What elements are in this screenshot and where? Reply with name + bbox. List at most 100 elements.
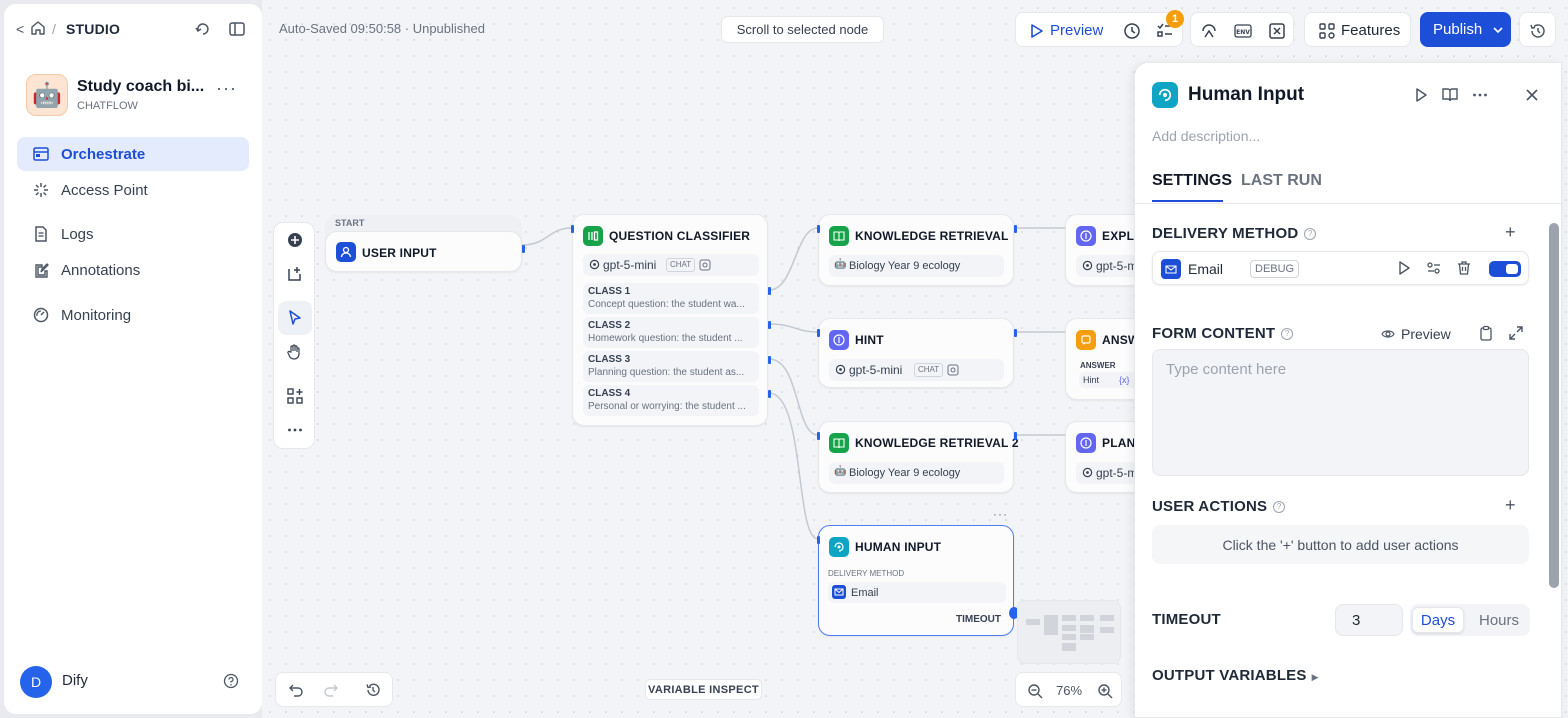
pointer-icon[interactable] [286,309,304,327]
openai-icon [589,259,600,270]
form-content-editor[interactable]: Type content here [1152,349,1529,476]
help-icon[interactable] [223,673,239,689]
add-user-action-button[interactable]: + [1505,495,1516,516]
dataset-name: Biology Year 9 ecology [849,467,961,479]
zoom-out-icon[interactable] [1027,683,1043,699]
class-3-port[interactable] [768,356,771,364]
model-selector[interactable]: gpt-5-mini CHAT [829,359,1004,381]
knowledge-icon [829,433,849,453]
close-icon[interactable] [1523,86,1541,104]
zoom-level[interactable]: 76% [1056,683,1082,698]
global-variables-icon[interactable] [1200,22,1218,40]
nav-monitoring[interactable]: Monitoring [17,298,249,332]
trash-icon[interactable] [1456,260,1472,276]
expand-icon[interactable] [1508,325,1524,341]
question-icon[interactable]: ? [1304,228,1317,241]
node-question-classifier[interactable]: QUESTION CLASSIFIER gpt-5-mini CHAT CLAS… [571,214,771,426]
delivery-method-heading: DELIVERY METHOD? [1152,225,1317,242]
redo-icon[interactable] [323,682,339,698]
output-port[interactable] [1014,432,1017,440]
test-send-icon[interactable] [1396,260,1412,276]
clipboard-icon[interactable] [1478,325,1494,341]
home-icon[interactable] [30,20,46,36]
node-planning[interactable]: PLANN gpt-5-m [1065,421,1146,493]
input-port[interactable] [817,225,820,233]
nav-orchestrate[interactable]: Orchestrate [17,137,249,171]
class-name: CLASS 3 [588,354,631,365]
tab-settings[interactable]: SETTINGS [1152,172,1232,190]
input-port[interactable] [817,432,820,440]
input-port[interactable] [817,536,820,544]
run-history-icon[interactable] [1123,22,1141,40]
zoom-in-icon[interactable] [1097,683,1113,699]
unit-days-button[interactable]: Days [1412,607,1464,633]
node-knowledge-retrieval[interactable]: KNOWLEDGE RETRIEVAL 🤖 Biology Year 9 eco… [817,214,1017,286]
nav-label: Annotations [61,262,141,279]
play-icon [1031,24,1043,38]
node-more-icon[interactable]: ··· [993,507,1013,521]
output-port[interactable] [1014,225,1017,233]
help-doc-icon[interactable] [1441,86,1459,104]
variable-inspect-button[interactable]: VARIABLE INSPECT [645,679,762,700]
more-icon[interactable] [286,421,304,439]
node-knowledge-retrieval-2[interactable]: KNOWLEDGE RETRIEVAL 2 🤖 Biology Year 9 e… [817,421,1019,493]
description-input[interactable]: Add description... [1152,128,1260,144]
features-button[interactable]: Features [1304,12,1411,47]
timeout-value-input[interactable]: 3 [1335,604,1403,636]
sync-icon[interactable] [194,20,212,38]
hand-icon[interactable] [286,343,304,361]
output-port[interactable] [522,245,525,253]
question-icon[interactable]: ? [1281,328,1294,341]
nav-logs[interactable]: Logs [17,217,249,251]
human-input-icon [1152,82,1178,108]
nav-annotations[interactable]: Annotations [17,253,249,287]
run-node-icon[interactable] [1412,86,1430,104]
publish-button[interactable]: Publish [1420,12,1511,47]
organize-blocks-icon[interactable] [286,387,304,405]
env-icon[interactable]: ENV [1234,22,1252,40]
version-history-button[interactable] [1519,12,1556,47]
minimap[interactable] [1017,600,1121,664]
avatar[interactable]: D [20,666,52,698]
add-delivery-method-button[interactable]: + [1505,222,1516,243]
openai-icon [1082,467,1093,478]
model-selector[interactable]: gpt-5-mini CHAT [583,254,759,276]
undo-icon[interactable] [288,682,304,698]
collapse-sidebar-icon[interactable] [228,20,246,38]
change-history-icon[interactable] [365,682,381,698]
answer-section-label: ANSWER [1080,361,1116,370]
node-human-input[interactable]: HUMAN INPUT DELIVERY METHOD Email TIMEOU… [817,525,1019,636]
node-explanation[interactable]: EXPLA gpt-5-m [1065,214,1146,286]
user-input-icon [336,242,356,262]
breadcrumb-studio[interactable]: STUDIO [66,21,120,37]
app-info[interactable]: 🤖 Study coach bi... CHATFLOW ··· [24,74,254,120]
scroll-to-selected-node-button[interactable]: Scroll to selected node [721,16,884,43]
add-node-icon[interactable] [286,231,304,249]
class-4-port[interactable] [768,390,771,398]
output-port[interactable] [1014,329,1017,337]
app-more-icon[interactable]: ··· [216,78,237,99]
nav-access-point[interactable]: Access Point [17,173,249,207]
back-icon[interactable]: < [16,21,24,37]
add-note-icon[interactable] [286,265,304,283]
more-icon[interactable] [1471,86,1489,104]
conversation-variables-icon[interactable] [1268,22,1286,40]
question-icon[interactable]: ? [1273,501,1286,514]
class-2-port[interactable] [768,321,771,329]
user-name[interactable]: Dify [62,672,88,689]
publish-label: Publish [1433,21,1483,38]
panel-scrollbar[interactable] [1549,223,1559,588]
node-hint[interactable]: HINT gpt-5-mini CHAT [817,318,1017,388]
configure-icon[interactable] [1426,260,1442,276]
input-port[interactable] [571,225,574,233]
input-port[interactable] [817,329,820,337]
unit-hours-button[interactable]: Hours [1470,607,1528,633]
output-variables-heading[interactable]: OUTPUT VARIABLES ▶ [1152,667,1319,684]
node-answer[interactable]: ANSW ANSWER Hint {x} [1065,318,1145,400]
preview-button[interactable]: Preview [1050,22,1103,39]
class-1-port[interactable] [768,287,771,295]
tab-last-run[interactable]: LAST RUN [1241,172,1322,190]
panel-title[interactable]: Human Input [1188,84,1304,106]
node-user-input[interactable]: USER INPUT [325,231,525,272]
delivery-toggle[interactable] [1489,261,1521,277]
